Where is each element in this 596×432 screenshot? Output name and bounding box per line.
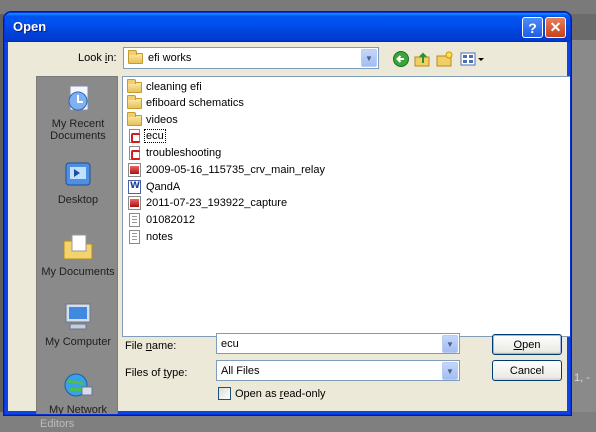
new-folder-icon[interactable] — [436, 50, 454, 68]
file-name-label: File name: — [125, 340, 177, 352]
file-type-value: All Files — [221, 364, 260, 377]
list-item[interactable]: 2009-05-16_115735_crv_main_relay — [127, 162, 326, 178]
chevron-down-icon[interactable]: ▼ — [442, 335, 458, 353]
up-folder-icon[interactable] — [414, 50, 432, 68]
open-dialog: Open ? ✕ Look in: efi works ▼ My Recent — [4, 12, 571, 415]
help-icon: ? — [528, 19, 537, 36]
my-documents-icon — [60, 231, 96, 263]
file-type-dropdown[interactable]: All Files ▼ — [216, 360, 460, 381]
list-item[interactable]: QandA — [127, 179, 181, 195]
desktop-icon — [60, 159, 96, 191]
place-my-network[interactable]: My Network — [37, 369, 119, 414]
place-desktop[interactable]: Desktop — [37, 159, 119, 206]
look-in-value: efi works — [148, 52, 192, 64]
list-item[interactable]: notes — [127, 229, 174, 245]
recent-documents-icon — [60, 83, 96, 115]
dialog-title: Open — [13, 19, 47, 34]
title-bar[interactable]: Open ? ✕ — [5, 13, 570, 42]
text-file-icon — [127, 213, 143, 227]
folder-icon — [127, 95, 143, 110]
chevron-down-icon[interactable]: ▼ — [361, 49, 377, 67]
image-file-icon — [127, 163, 143, 177]
word-file-icon — [127, 180, 143, 194]
file-list[interactable]: cleaning efi efiboard schematics videos … — [122, 76, 570, 337]
list-item[interactable]: troubleshooting — [127, 145, 222, 161]
views-menu-icon[interactable] — [460, 50, 486, 68]
pdf-file-icon — [127, 129, 143, 143]
look-in-label: Look in: — [78, 52, 117, 64]
look-in-dropdown[interactable]: efi works ▼ — [123, 47, 379, 69]
list-item[interactable]: 2011-07-23_193922_capture — [127, 195, 288, 211]
close-button[interactable]: ✕ — [545, 17, 566, 38]
list-item[interactable]: cleaning efi — [127, 79, 203, 95]
cancel-button[interactable]: Cancel — [492, 360, 562, 381]
list-item[interactable]: ecu — [127, 128, 166, 144]
place-my-computer[interactable]: My Computer — [37, 301, 119, 348]
read-only-label[interactable]: Open as read-only — [235, 388, 326, 400]
file-type-label: Files of type: — [125, 367, 188, 379]
close-icon: ✕ — [549, 19, 562, 35]
background-footer-text: Editors — [40, 418, 75, 430]
text-file-icon — [127, 230, 143, 244]
list-item[interactable]: efiboard schematics — [127, 95, 245, 111]
background-footer — [0, 412, 596, 432]
chevron-down-icon[interactable]: ▼ — [442, 362, 458, 380]
pdf-file-icon — [127, 146, 143, 160]
image-file-icon — [127, 196, 143, 210]
list-item[interactable]: 01082012 — [127, 212, 196, 228]
read-only-checkbox[interactable] — [218, 387, 231, 400]
window-frame-left — [5, 42, 8, 414]
background-text: 1, - — [574, 372, 590, 384]
folder-icon — [127, 79, 143, 94]
back-icon[interactable] — [392, 50, 410, 68]
my-network-icon — [60, 369, 96, 401]
list-item[interactable]: videos — [127, 112, 179, 128]
place-my-recent-documents[interactable]: My Recent Documents — [37, 83, 119, 142]
open-button[interactable]: Open — [492, 334, 562, 355]
file-name-value: ecu — [221, 337, 239, 350]
help-button[interactable]: ? — [522, 17, 543, 38]
places-bar: My Recent Documents Desktop My Documents… — [36, 76, 119, 414]
folder-icon — [128, 50, 144, 65]
my-computer-icon — [60, 301, 96, 333]
file-name-input[interactable]: ecu ▼ — [216, 333, 460, 354]
place-my-documents[interactable]: My Documents — [37, 231, 119, 278]
folder-icon — [127, 112, 143, 127]
